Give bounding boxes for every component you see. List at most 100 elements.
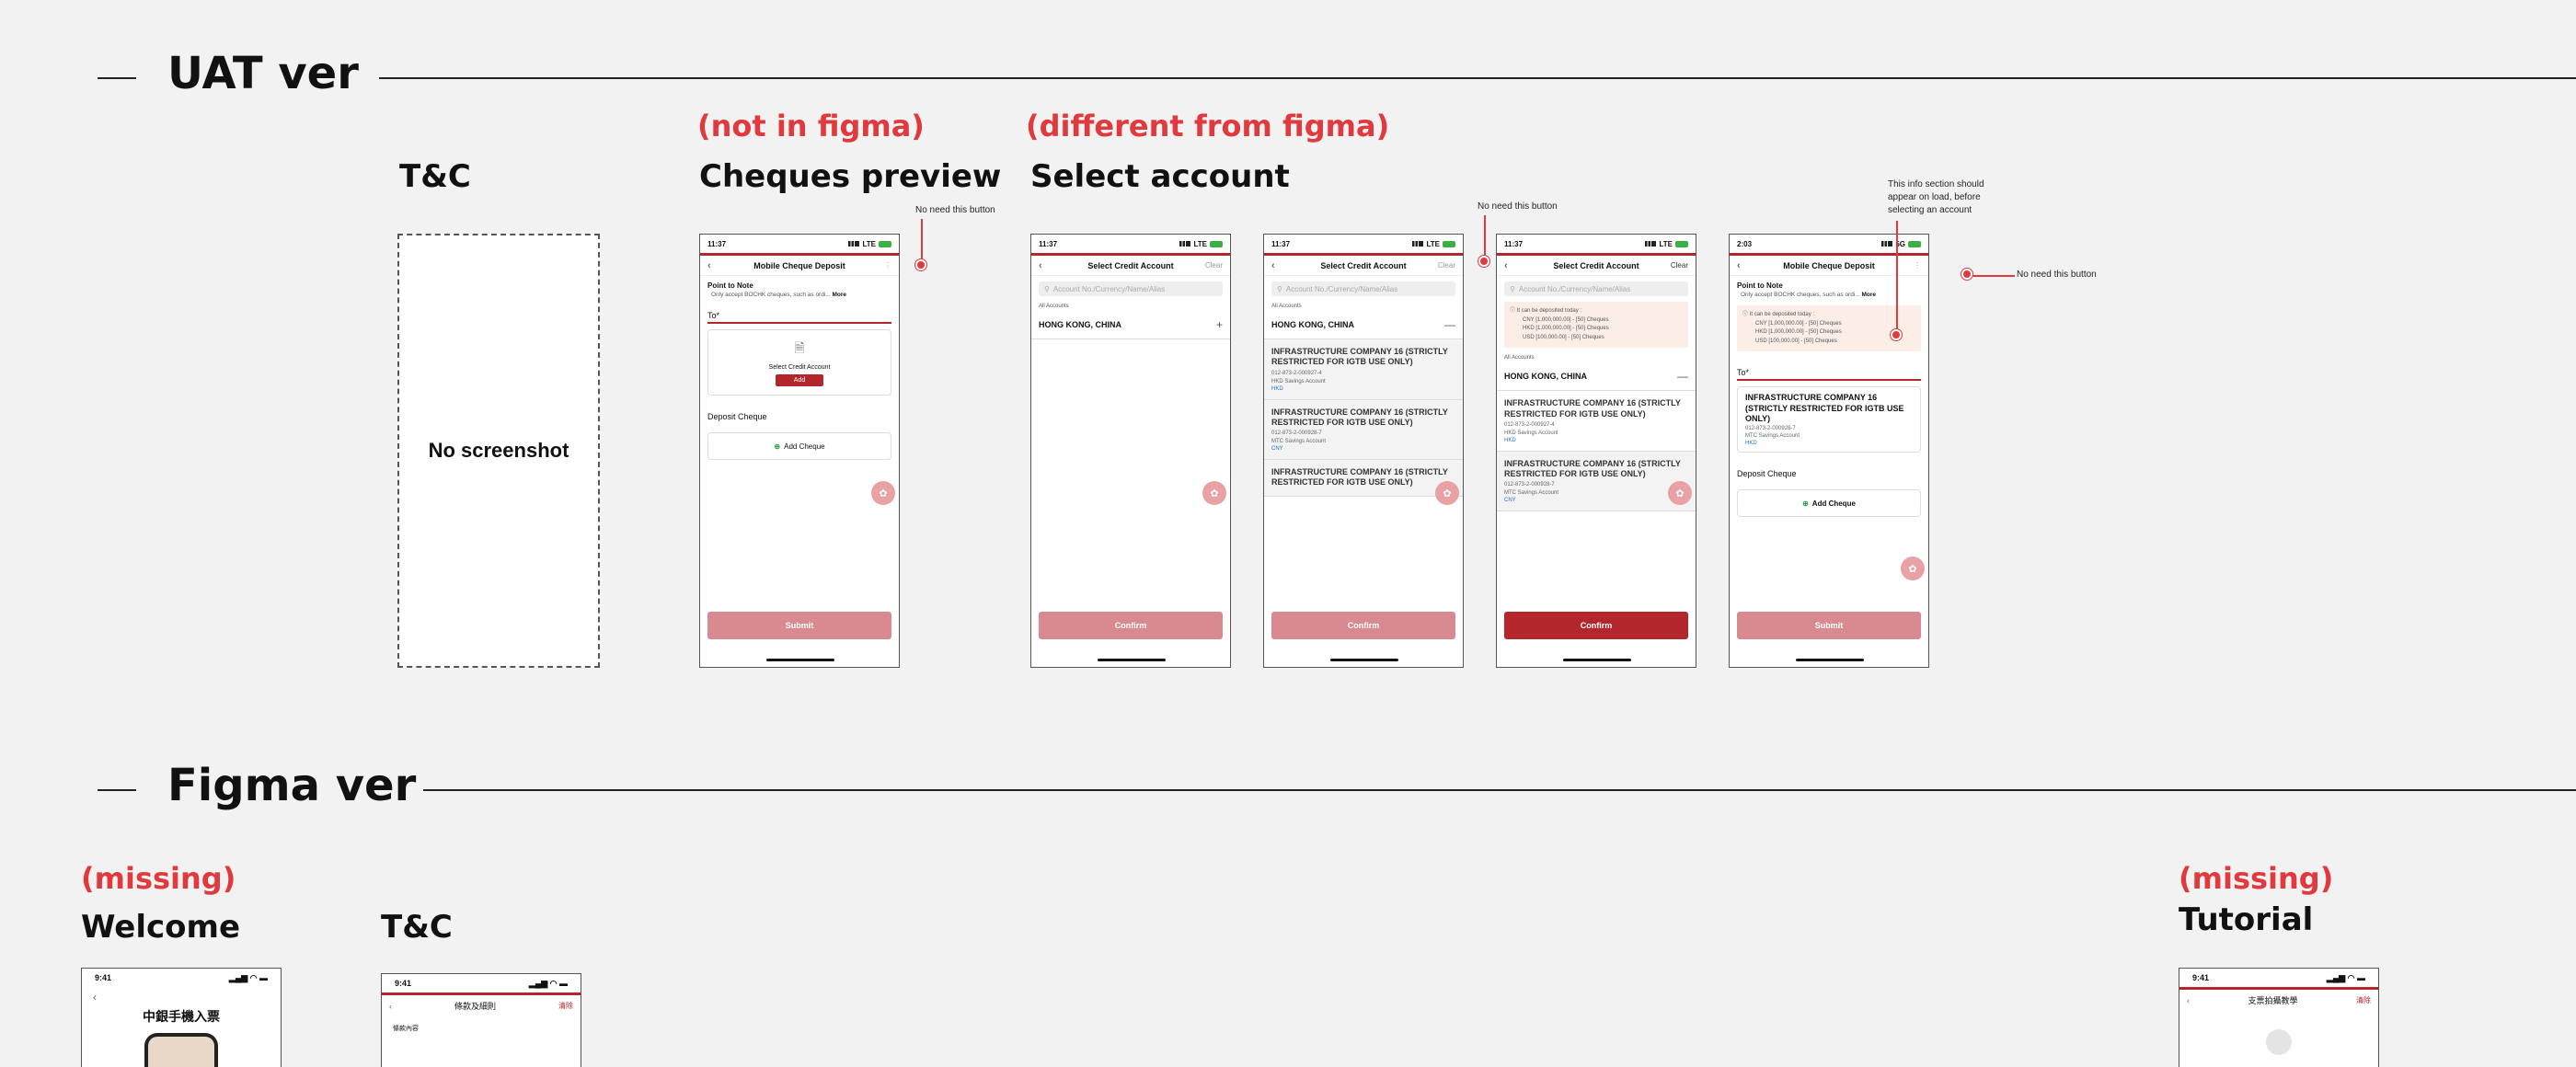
select-account-flag: (different from figma)	[1026, 109, 1390, 143]
more-icon[interactable]: ⋮	[873, 261, 891, 270]
nav-title: Select Credit Account	[1553, 260, 1639, 270]
clear-button[interactable]: 清除	[2356, 995, 2371, 1005]
home-indicator	[1796, 659, 1864, 661]
note-more-link[interactable]: More	[833, 292, 847, 298]
status-time: 11:37	[707, 239, 727, 248]
select-account-title: Select account	[1030, 158, 1290, 195]
account-item[interactable]: INFRASTRUCTURE COMPANY 16 (STRICTLY REST…	[1264, 339, 1463, 400]
search-icon: ⚲	[1044, 284, 1050, 293]
clear-button[interactable]: 清除	[558, 1001, 573, 1011]
cheques-preview-title: Cheques preview	[699, 158, 1002, 195]
network-label: LTE	[862, 239, 876, 248]
battery-icon	[1443, 240, 1455, 247]
signal-icon	[848, 241, 860, 247]
search-input[interactable]: ⚲ Account No./Currency/Name/Alias	[1039, 281, 1223, 296]
clear-button[interactable]: Clear	[1204, 261, 1223, 270]
select-annotation-mid: No need this button	[1478, 201, 1558, 212]
confirm-button[interactable]: Confirm	[1504, 612, 1688, 639]
back-icon[interactable]: ‹	[1737, 260, 1755, 271]
all-accounts-label: All Accounts	[1271, 304, 1302, 309]
select-annotation-right: No need this button	[2017, 270, 2097, 280]
status-icons: ▂▄▆ ◠ ▬	[528, 978, 568, 988]
select-credit-account-box[interactable]: 🗎 Select Credit Account Add	[707, 329, 891, 396]
selected-account-card[interactable]: INFRASTRUCTURE COMPANY 16 (STRICTLY REST…	[1737, 386, 1921, 453]
uat-divider-right	[379, 77, 2576, 79]
back-icon[interactable]: ‹	[707, 260, 726, 271]
select-annotation-info: This info section should appear on load,…	[1888, 179, 1984, 215]
deposit-limit-info: ⓘ It can be deposited today : CNY [1,000…	[1737, 305, 1921, 352]
confirm-button[interactable]: Confirm	[1039, 612, 1223, 639]
to-label: To*	[707, 300, 891, 324]
region-header[interactable]: HONG KONG, CHINA —	[1264, 311, 1463, 339]
nav-title: 支票拍攝教學	[2248, 996, 2298, 1005]
note-heading: Point to Note	[1737, 281, 1783, 290]
account-item[interactable]: INFRASTRUCTURE COMPANY 16 (STRICTLY REST…	[1264, 399, 1463, 460]
signal-icon	[1645, 241, 1657, 247]
region-header[interactable]: HONG KONG, CHINA +	[1031, 311, 1230, 339]
account-item[interactable]: INFRASTRUCTURE COMPANY 16 (STRICTLY REST…	[1264, 460, 1463, 497]
back-icon[interactable]: ‹	[82, 987, 281, 1007]
figma-divider-right	[423, 789, 2576, 791]
all-accounts-label: All Accounts	[1039, 304, 1069, 309]
search-input[interactable]: ⚲ Account No./Currency/Name/Alias	[1504, 281, 1688, 296]
nav-bar: ‹ Mobile Cheque Deposit ⋮	[700, 256, 899, 276]
submit-button[interactable]: Submit	[707, 612, 891, 639]
clear-button[interactable]: Clear	[1437, 261, 1455, 270]
submit-button[interactable]: Submit	[1737, 612, 1921, 639]
floating-assist-button[interactable]: ✿	[871, 481, 895, 505]
nav-bar: ‹ 支票拍攝教學 清除	[2179, 987, 2378, 1011]
status-icons: ▂▄▆ ◠ ▬	[2326, 972, 2365, 982]
network-label: LTE	[1659, 239, 1673, 248]
figma-section-title: Figma ver	[167, 760, 417, 811]
floating-assist-button[interactable]: ✿	[1435, 481, 1459, 505]
status-time: 11:37	[1271, 239, 1291, 248]
home-indicator	[766, 659, 834, 661]
expand-icon: +	[1215, 318, 1223, 331]
back-icon[interactable]: ‹	[1039, 260, 1057, 271]
add-cheque-button[interactable]: ⊕ Add Cheque	[1737, 489, 1921, 518]
network-label: LTE	[1426, 239, 1440, 248]
cheques-annotation: No need this button	[915, 205, 995, 215]
signal-icon	[1881, 241, 1893, 247]
uat-tnc-placeholder: No screenshot	[397, 234, 600, 668]
account-item[interactable]: INFRASTRUCTURE COMPANY 16 (STRICTLY REST…	[1497, 391, 1696, 452]
back-icon[interactable]: ‹	[1504, 260, 1523, 271]
battery-icon	[879, 240, 891, 247]
all-accounts-label: All Accounts	[1504, 355, 1535, 361]
add-cheque-button[interactable]: ⊕ Add Cheque	[707, 432, 891, 460]
status-bar: 11:37 LTE	[1264, 235, 1463, 253]
note-more-link[interactable]: More	[1862, 292, 1877, 298]
status-bar: 9:41 ▂▄▆ ◠ ▬	[2179, 969, 2378, 987]
status-time: 9:41	[95, 973, 112, 982]
select-annotation-info-line	[1896, 221, 1898, 331]
account-item[interactable]: INFRASTRUCTURE COMPANY 16 (STRICTLY REST…	[1497, 451, 1696, 512]
nav-title: 條款及細則	[454, 1002, 496, 1011]
add-button[interactable]: Add	[775, 374, 824, 386]
uat-divider-left	[98, 77, 136, 79]
search-input[interactable]: ⚲ Account No./Currency/Name/Alias	[1271, 281, 1455, 296]
confirm-button[interactable]: Confirm	[1271, 612, 1455, 639]
back-icon[interactable]: ‹	[2187, 996, 2190, 1005]
back-icon[interactable]: ‹	[1271, 260, 1290, 271]
figma-tnc-screen: 9:41 ▂▄▆ ◠ ▬ ‹ 條款及細則 清除 條款內容	[381, 973, 581, 1067]
floating-assist-button[interactable]: ✿	[1202, 481, 1226, 505]
floating-assist-button[interactable]: ✿	[1901, 556, 1925, 580]
to-label: To*	[1737, 357, 1921, 382]
floating-assist-button[interactable]: ✿	[1668, 481, 1692, 505]
select-account-screen-2: 11:37 LTE ‹ Select Credit Account Clear …	[1263, 234, 1464, 668]
more-icon[interactable]: ⋮	[1903, 261, 1921, 270]
battery-icon	[1210, 240, 1223, 247]
clear-button[interactable]: Clear	[1670, 261, 1688, 270]
select-annotation-mid-line	[1484, 215, 1486, 256]
select-annotation-right-dot	[1961, 269, 1972, 280]
status-bar: 11:37 LTE	[700, 235, 899, 253]
phone-illustration	[144, 1033, 218, 1067]
status-bar: 9:41 ▂▄▆ ◠ ▬	[382, 974, 581, 992]
cheques-preview-flag: (not in figma)	[697, 109, 925, 143]
tnc-content-label: 條款內容	[393, 1026, 419, 1032]
tutorial-flag: (missing)	[2179, 861, 2334, 896]
tutorial-screen: 9:41 ▂▄▆ ◠ ▬ ‹ 支票拍攝教學 清除	[2179, 968, 2379, 1067]
signal-icon	[1412, 241, 1424, 247]
region-header[interactable]: HONG KONG, CHINA —	[1497, 362, 1696, 392]
back-icon[interactable]: ‹	[389, 1002, 392, 1011]
